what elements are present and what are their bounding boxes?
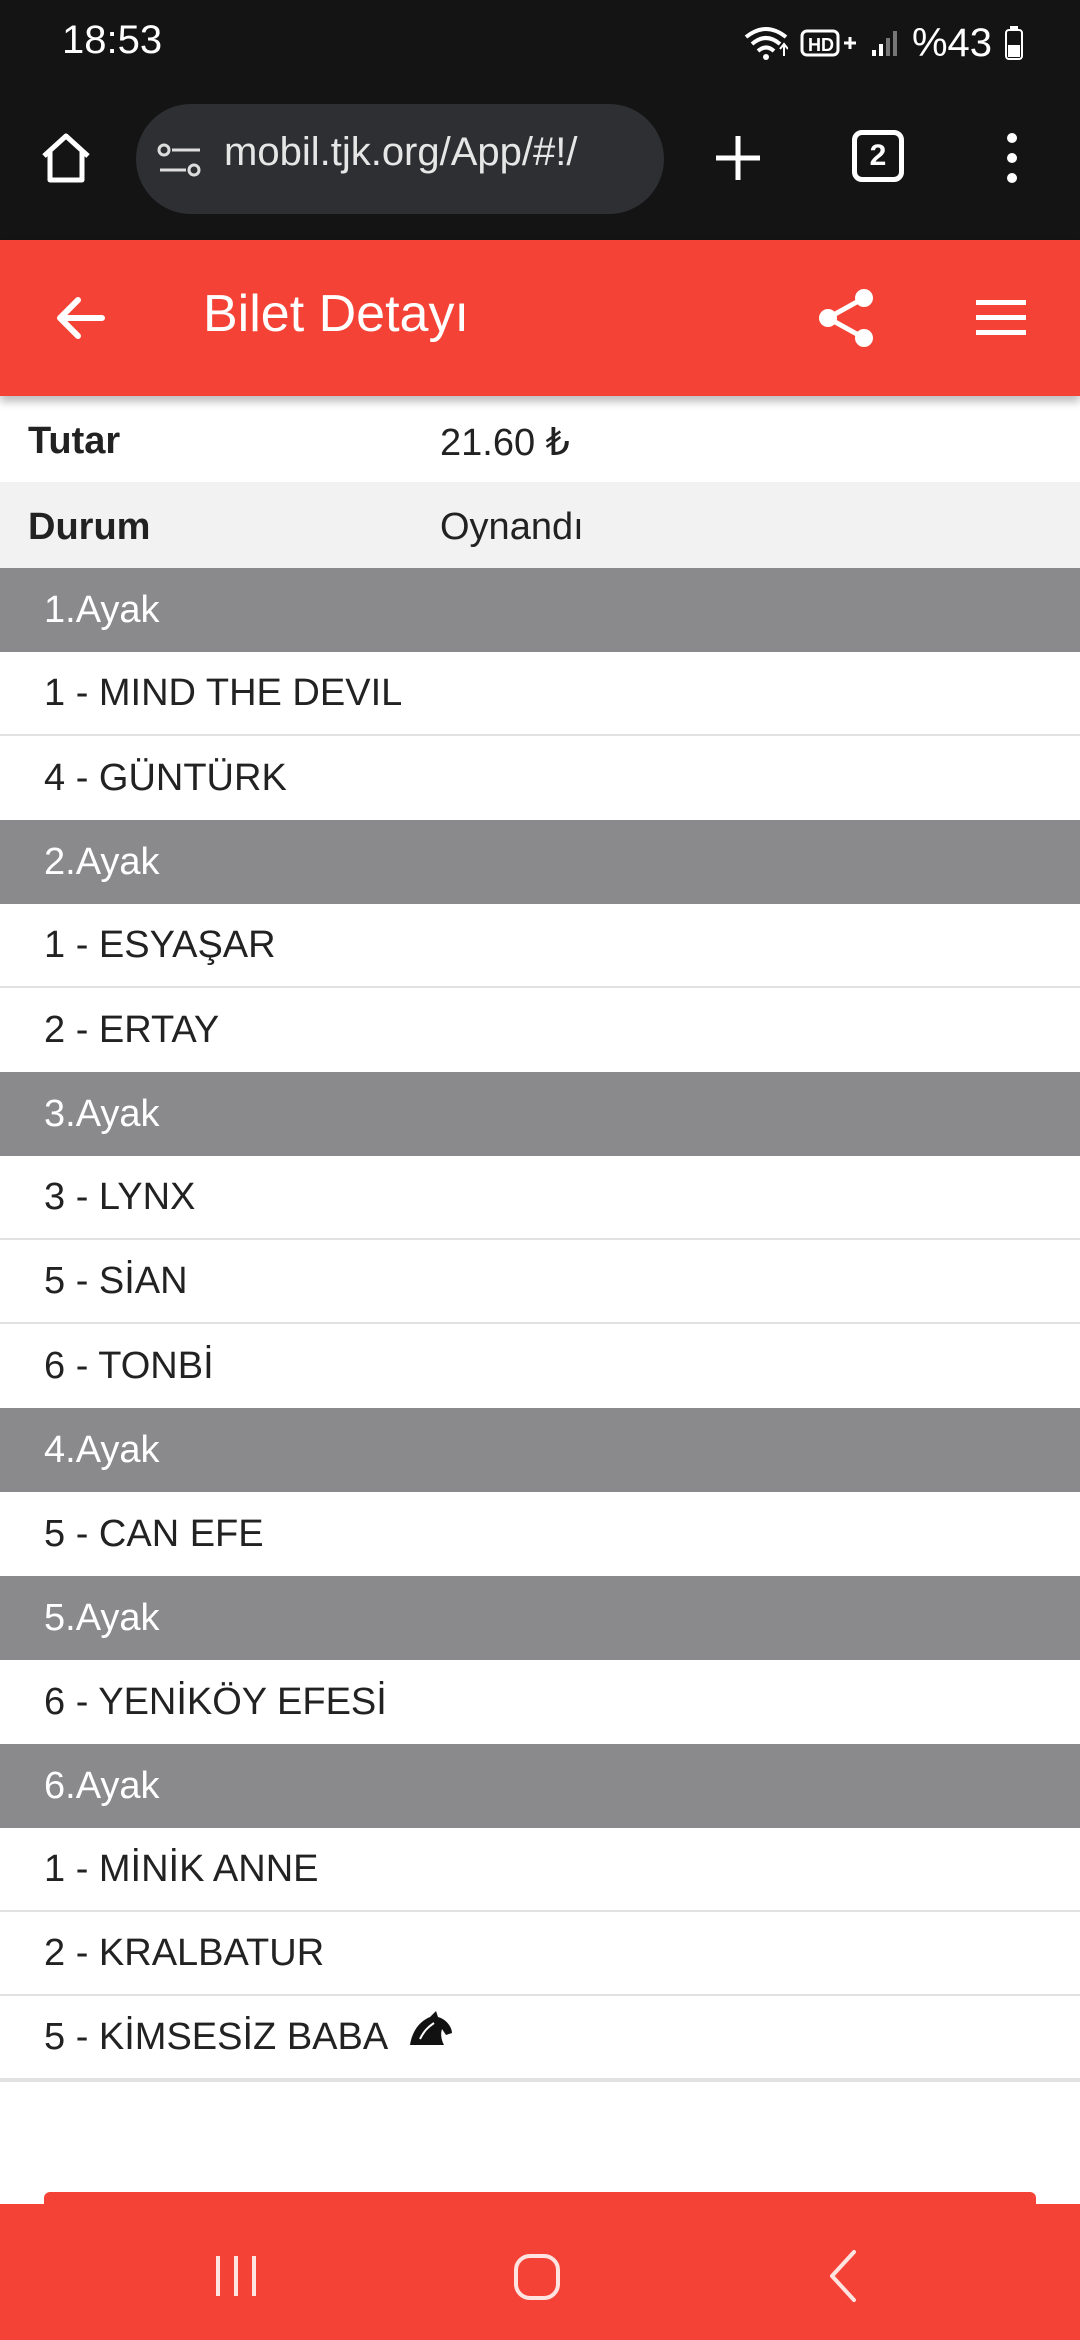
app-header: Bilet Detayı bbox=[0, 240, 1080, 396]
leg-header: 5.Ayak bbox=[0, 1576, 1080, 1660]
list-item: 6 - YENİKÖY EFESİ bbox=[0, 1660, 1080, 1744]
list-item: 5 - SİAN bbox=[0, 1240, 1080, 1324]
page-title: Bilet Detayı bbox=[203, 285, 469, 343]
arrow-back-icon[interactable] bbox=[50, 288, 110, 348]
battery-percent: %43 bbox=[911, 20, 992, 65]
info-value: 21.60 ₺ bbox=[440, 422, 570, 464]
horse-name: 1 - MIND THE DEVIL bbox=[44, 672, 403, 714]
horse-name: 2 - KRALBATUR bbox=[44, 1932, 325, 1974]
info-row-amount: Tutar 21.60 ₺ bbox=[0, 396, 1080, 482]
wifi-icon bbox=[744, 25, 788, 61]
leg-header: 2.Ayak bbox=[0, 820, 1080, 904]
list-item: 6 - TONBİ bbox=[0, 1324, 1080, 1408]
horse-name: 1 - ESYAŞAR bbox=[44, 924, 276, 966]
svg-text:HD: HD bbox=[808, 35, 834, 55]
leg-header: 4.Ayak bbox=[0, 1408, 1080, 1492]
back-nav-icon[interactable] bbox=[826, 2248, 860, 2304]
signal-icon bbox=[870, 28, 900, 58]
horse-name: 5 - SİAN bbox=[44, 1260, 188, 1302]
list-divider bbox=[0, 2080, 1080, 2082]
status-time: 18:53 bbox=[62, 18, 163, 62]
tune-icon[interactable] bbox=[156, 140, 204, 185]
horse-name: 2 - ERTAY bbox=[44, 1009, 220, 1051]
status-icons: HD %43 bbox=[744, 18, 1024, 68]
horse-name: 5 - KİMSESİZ BABA bbox=[44, 2016, 389, 2058]
home-icon[interactable] bbox=[36, 128, 96, 188]
info-label: Durum bbox=[28, 506, 151, 548]
horse-name: 5 - CAN EFE bbox=[44, 1513, 264, 1555]
horse-name: 1 - MİNİK ANNE bbox=[44, 1848, 319, 1890]
info-row-status: Durum Oynandı bbox=[0, 482, 1080, 568]
list-item: 5 - KİMSESİZ BABA bbox=[0, 1996, 1080, 2080]
leg-header: 1.Ayak bbox=[0, 568, 1080, 652]
list-item: 5 - CAN EFE bbox=[0, 1492, 1080, 1576]
home-nav-icon[interactable] bbox=[512, 2252, 562, 2302]
hamburger-menu-icon[interactable] bbox=[972, 290, 1030, 346]
browser-toolbar: mobil.tjk.org/App/#!/ 2 bbox=[0, 88, 1080, 328]
winning-horse-icon bbox=[406, 1996, 454, 2078]
url-bar[interactable]: mobil.tjk.org/App/#!/ bbox=[136, 104, 664, 214]
list-item: 1 - MİNİK ANNE bbox=[0, 1828, 1080, 1912]
list-item: 2 - KRALBATUR bbox=[0, 1912, 1080, 1996]
list-item: 3 - LYNX bbox=[0, 1156, 1080, 1240]
tab-count-button[interactable]: 2 bbox=[852, 130, 904, 182]
list-item: 1 - MIND THE DEVIL bbox=[0, 652, 1080, 736]
list-item: 1 - ESYAŞAR bbox=[0, 904, 1080, 988]
list-item: 4 - GÜNTÜRK bbox=[0, 736, 1080, 820]
status-bar: 18:53 HD %43 bbox=[0, 0, 1080, 88]
horse-name: 4 - GÜNTÜRK bbox=[44, 757, 287, 799]
horse-name: 3 - LYNX bbox=[44, 1176, 196, 1218]
more-vertical-icon[interactable] bbox=[996, 128, 1028, 188]
horse-name: 6 - YENİKÖY EFESİ bbox=[44, 1681, 387, 1723]
ticket-detail-content: Tutar 21.60 ₺ Durum Oynandı 1.Ayak 1 - M… bbox=[0, 396, 1080, 2082]
system-nav-bar bbox=[0, 2204, 1080, 2340]
recent-apps-icon[interactable] bbox=[212, 2254, 260, 2298]
info-label: Tutar bbox=[28, 420, 121, 462]
list-item: 2 - ERTAY bbox=[0, 988, 1080, 1072]
info-value: Oynandı bbox=[440, 506, 584, 548]
share-icon[interactable] bbox=[814, 286, 878, 350]
leg-header: 6.Ayak bbox=[0, 1744, 1080, 1828]
battery-icon bbox=[1004, 25, 1024, 61]
plus-icon[interactable] bbox=[708, 128, 768, 188]
horse-name: 6 - TONBİ bbox=[44, 1345, 214, 1387]
url-text[interactable]: mobil.tjk.org/App/#!/ bbox=[224, 130, 644, 190]
leg-header: 3.Ayak bbox=[0, 1072, 1080, 1156]
hd-plus-icon: HD bbox=[800, 28, 858, 58]
